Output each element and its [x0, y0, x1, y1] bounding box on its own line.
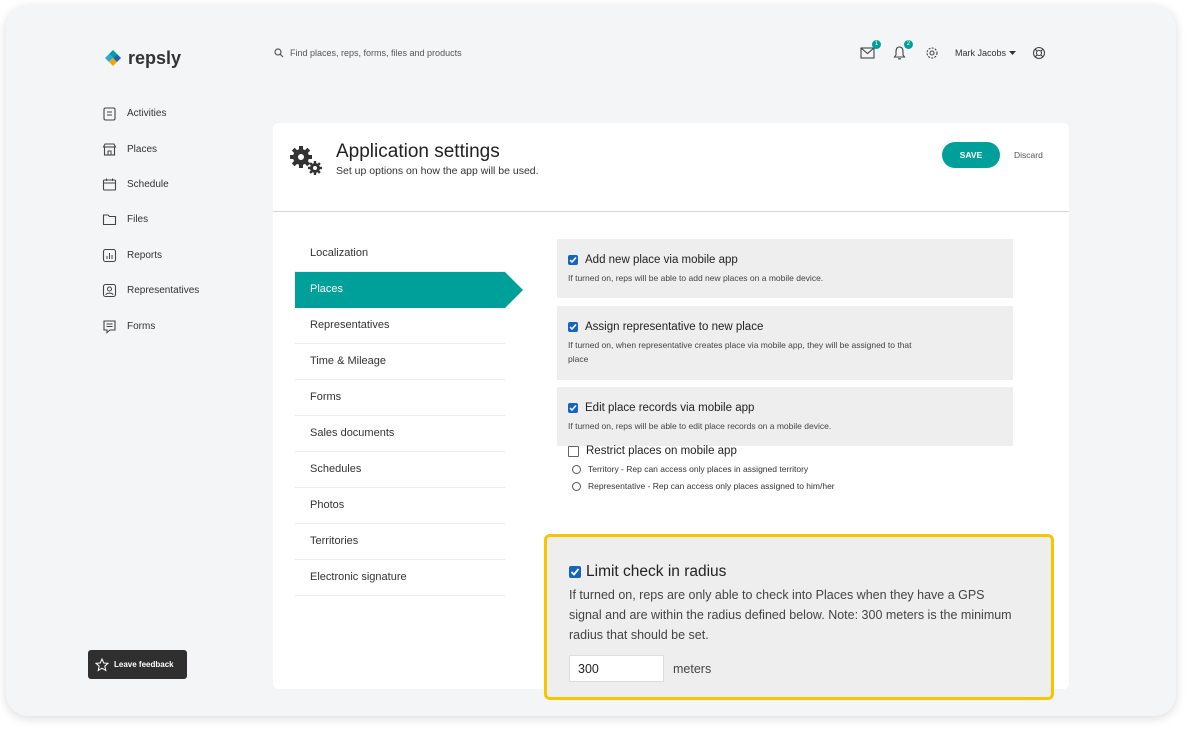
radius-input[interactable] — [569, 655, 664, 682]
settings-nav-localization[interactable]: Localization — [295, 236, 505, 272]
search-placeholder[interactable]: Find places, reps, forms, files and prod… — [290, 48, 462, 58]
option-edit-place-records: Edit place records via mobile app If tur… — [557, 387, 1013, 446]
checkmark-icon — [569, 324, 577, 331]
sidebar-item-forms[interactable]: Forms — [102, 308, 199, 343]
caret-down-icon — [1009, 50, 1016, 55]
sidebar: Activities Places Schedule Files Reports… — [102, 96, 199, 344]
settings-nav-time-mileage[interactable]: Time & Mileage — [295, 344, 505, 380]
leave-feedback-button[interactable]: Leave feedback — [88, 650, 187, 679]
sidebar-item-places[interactable]: Places — [102, 131, 199, 166]
limit-check-in-option: Limit check in radius If turned on, reps… — [569, 563, 1019, 682]
radius-unit-label: meters — [673, 661, 712, 676]
settings-nav-forms[interactable]: Forms — [295, 380, 505, 416]
sidebar-item-label: Representatives — [127, 285, 200, 297]
radio-button[interactable] — [572, 481, 581, 491]
option-description: If turned on, reps are only able to chec… — [569, 588, 1012, 642]
checkmark-icon — [569, 405, 577, 412]
option-description: If turned on, when representative create… — [568, 340, 912, 364]
messages-button[interactable]: 1 — [859, 40, 881, 62]
radio-label: Representative - Rep can access only pla… — [588, 481, 835, 491]
form-icon — [103, 319, 116, 334]
global-search[interactable]: Find places, reps, forms, files and prod… — [274, 48, 462, 58]
calendar-icon — [102, 178, 117, 191]
option-add-new-place: Add new place via mobile app If turned o… — [557, 239, 1013, 298]
folder-icon — [102, 214, 117, 226]
option-restrict-places: Restrict places on mobile app Territory … — [568, 445, 835, 491]
sidebar-item-representatives[interactable]: Representatives — [102, 273, 199, 308]
radio-representative[interactable]: Representative - Rep can access only pla… — [572, 481, 835, 491]
settings-nav-representatives[interactable]: Representatives — [295, 308, 505, 344]
notifications-badge: 2 — [903, 40, 913, 49]
repsly-logo[interactable]: repsly — [102, 48, 181, 69]
logo-text: repsly — [128, 48, 182, 68]
search-icon — [274, 48, 284, 58]
option-title: Limit check in radius — [586, 563, 727, 580]
user-menu[interactable]: Mark Jacobs — [955, 48, 1016, 58]
topbar-actions: 1 2 Mark Jacobs — [859, 40, 1048, 62]
radio-territory[interactable]: Territory - Rep can access only places i… — [572, 464, 835, 474]
checkmark-icon — [569, 257, 577, 264]
option-title: Assign representative to new place — [585, 321, 764, 333]
discard-link[interactable]: Discard — [1014, 150, 1043, 160]
envelope-icon — [860, 47, 876, 59]
store-icon — [102, 143, 117, 156]
settings-nav-territories[interactable]: Territories — [295, 524, 505, 560]
restrict-places-checkbox[interactable] — [568, 445, 579, 457]
user-name: Mark Jacobs — [954, 48, 1006, 58]
bell-icon — [893, 46, 907, 60]
messages-badge: 1 — [871, 40, 881, 49]
settings-nav-sales-documents[interactable]: Sales documents — [295, 416, 505, 452]
settings-nav-schedules[interactable]: Schedules — [295, 452, 505, 488]
sidebar-item-activities[interactable]: Activities — [102, 96, 199, 131]
radio-label: Territory - Rep can access only places i… — [588, 464, 809, 474]
sidebar-item-label: Forms — [127, 320, 156, 332]
star-icon — [95, 657, 109, 672]
sidebar-item-schedule[interactable]: Schedule — [102, 167, 199, 202]
option-title: Add new place via mobile app — [585, 254, 738, 266]
option-assign-representative: Assign representative to new place If tu… — [557, 306, 1013, 380]
lifebuoy-icon — [1032, 46, 1046, 60]
option-title: Edit place records via mobile app — [585, 402, 755, 414]
gear-icon — [926, 47, 938, 59]
settings-nav-electronic-signature[interactable]: Electronic signature — [295, 560, 505, 596]
save-button[interactable]: SAVE — [942, 142, 1000, 168]
settings-button[interactable] — [923, 44, 941, 62]
option-title: Restrict places on mobile app — [586, 445, 737, 457]
edit-place-checkbox[interactable] — [568, 403, 578, 413]
limit-check-in-radius-highlight: Limit check in radius If turned on, reps… — [544, 534, 1054, 700]
clipboard-icon — [103, 107, 116, 121]
sidebar-item-label: Places — [127, 143, 158, 155]
page-title: Application settings — [336, 141, 500, 162]
page-subtitle: Set up options on how the app will be us… — [336, 165, 539, 177]
sidebar-item-label: Files — [127, 214, 149, 226]
sidebar-item-label: Schedule — [127, 178, 169, 190]
radio-button[interactable] — [572, 464, 581, 474]
app-window: repsly Find places, reps, forms, files a… — [6, 6, 1176, 716]
sidebar-item-files[interactable]: Files — [102, 202, 199, 237]
settings-nav-places[interactable]: Places — [295, 272, 523, 308]
checkmark-icon — [570, 568, 580, 576]
sidebar-item-label: Activities — [127, 108, 167, 120]
notifications-button[interactable]: 2 — [891, 40, 913, 62]
add-place-checkbox[interactable] — [568, 255, 578, 265]
chart-icon — [102, 248, 117, 262]
option-description: If turned on, reps will be able to edit … — [568, 421, 832, 431]
gears-icon — [290, 146, 322, 175]
limit-radius-checkbox[interactable] — [569, 566, 581, 578]
settings-header: Application settings Set up options on h… — [273, 123, 1069, 212]
settings-nav-photos[interactable]: Photos — [295, 488, 505, 524]
settings-nav: Localization Places Representatives Time… — [295, 236, 523, 596]
logo-icon — [105, 49, 121, 66]
feedback-label: Leave feedback — [114, 660, 174, 669]
help-button[interactable] — [1030, 44, 1048, 62]
person-icon — [102, 284, 117, 298]
assign-rep-checkbox[interactable] — [568, 322, 578, 332]
sidebar-item-reports[interactable]: Reports — [102, 238, 199, 273]
sidebar-item-label: Reports — [127, 249, 163, 261]
option-description: If turned on, reps will be able to add n… — [568, 273, 824, 283]
